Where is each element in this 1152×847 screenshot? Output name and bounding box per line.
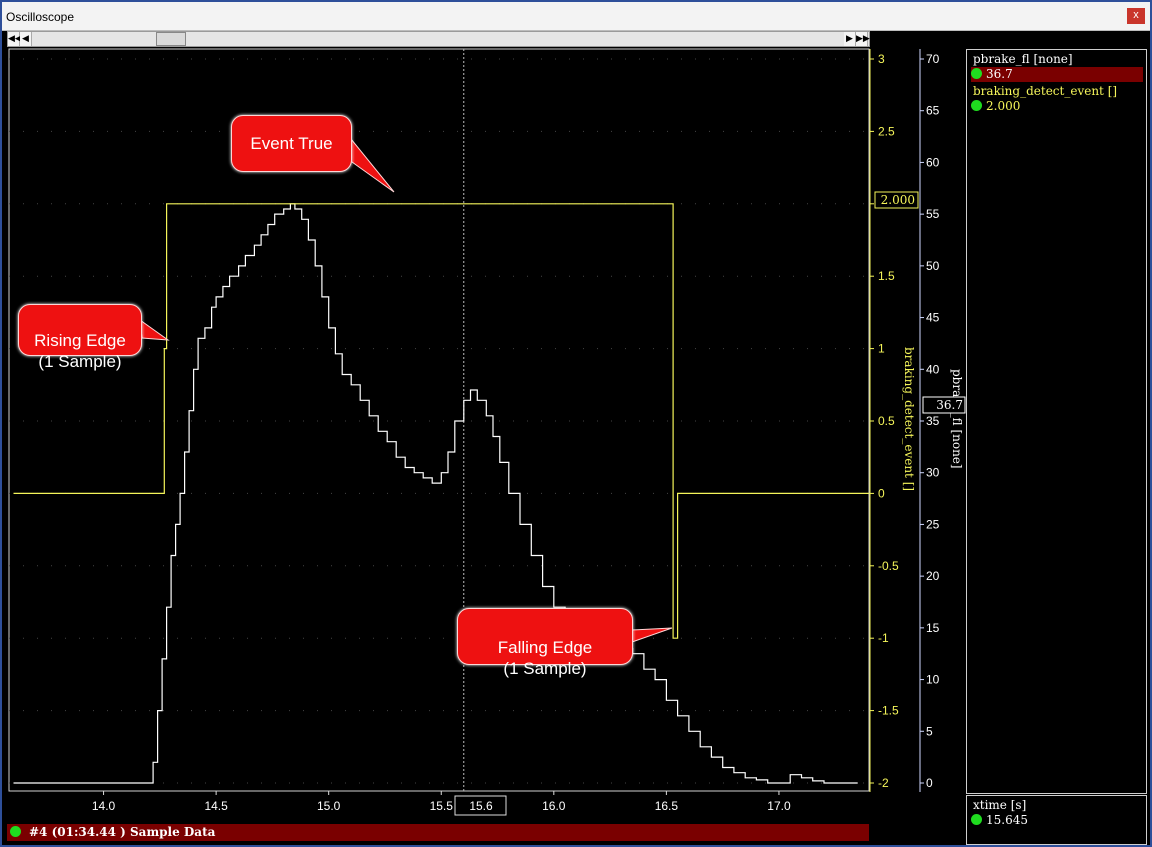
callout-falling-edge-text: Falling Edge (1 Sample) <box>497 638 593 678</box>
brake-axis-tick-label: 50 <box>926 259 940 273</box>
brake-axis-tick-label: 5 <box>926 724 933 738</box>
callout-falling-edge: Falling Edge (1 Sample) <box>457 608 633 678</box>
x-tick-label: 16.5 <box>655 799 679 813</box>
legend-value-braking-event[interactable]: 2.000 <box>971 99 1143 114</box>
brake-axis-tick-label: 20 <box>926 569 940 583</box>
status-dot-icon <box>971 814 982 825</box>
brake-axis-tick-label: 30 <box>926 466 940 480</box>
event-cursor-value: 2.000 <box>881 193 915 207</box>
x-tick-label: 15.0 <box>317 799 341 813</box>
event-axis-tick-label: -1.5 <box>878 704 899 718</box>
brake-axis-tick-label: 40 <box>926 362 940 376</box>
brake-axis-tick-label: 60 <box>926 155 940 169</box>
event-axis-tick-label: -2 <box>878 776 889 790</box>
callout-event-true-text: Event True <box>250 134 333 153</box>
xtime-label: xtime [s] <box>973 798 1027 812</box>
brake-axis-tick-label: 35 <box>926 414 940 428</box>
event-axis-tick-label: 1.5 <box>878 269 895 283</box>
brake-axis-tick-label: 25 <box>926 517 940 531</box>
oscilloscope-window: Oscilloscope x ◀◀ ◀ ▶ ▶▶ 14.0 14.5 15.0 15.… <box>0 0 1152 847</box>
event-axis-tick-label: 1 <box>878 342 885 356</box>
status-text: #4 (01:34.44 ) Sample Data <box>29 825 216 839</box>
braking-event-value-text: 2.000 <box>986 99 1021 113</box>
xtime-value-text: 15.645 <box>986 813 1028 827</box>
event-axis-tick-label: -0.5 <box>878 559 899 573</box>
callout-rising-edge: Rising Edge (1 Sample) <box>18 304 142 371</box>
brake-axis-tick-label: 70 <box>926 52 940 66</box>
callout-event-true: Event True <box>231 115 352 172</box>
x-tick-label: 17.0 <box>767 799 791 813</box>
close-button[interactable]: x <box>1127 8 1145 24</box>
status-dot-icon <box>971 68 982 79</box>
status-bar: #4 (01:34.44 ) Sample Data <box>7 824 869 841</box>
cursor-x-label: 15.6 <box>469 799 493 813</box>
callout-rising-edge-text: Rising Edge (1 Sample) <box>34 331 126 371</box>
channel-legend: pbrake_fl [none] 36.7 braking_detect_eve… <box>966 49 1147 794</box>
xtime-value: 15.645 <box>971 813 1143 828</box>
event-axis-tick-label: 0 <box>878 486 885 500</box>
x-tick-label: 14.5 <box>204 799 228 813</box>
brake-axis-tick-label: 10 <box>926 673 940 687</box>
oscilloscope-plot[interactable]: 14.014.515.015.516.016.517.015.632.521.5… <box>2 2 968 824</box>
status-dot-icon <box>10 826 21 837</box>
x-tick-label: 16.0 <box>542 799 566 813</box>
xtime-panel: xtime [s] 15.645 <box>966 795 1147 845</box>
plot-area <box>8 48 870 792</box>
x-tick-label: 15.5 <box>430 799 454 813</box>
event-axis-tick-label: 3 <box>878 52 885 66</box>
x-tick-label: 14.0 <box>92 799 116 813</box>
event-axis-title: braking_detect_event [] <box>902 347 916 491</box>
brake-axis-tick-label: 15 <box>926 621 940 635</box>
brake-axis-tick-label: 45 <box>926 311 940 325</box>
brake-axis-tick-label: 65 <box>926 104 940 118</box>
legend-label-braking-event: braking_detect_event [] <box>973 84 1118 98</box>
event-axis-tick-label: 2.5 <box>878 124 895 138</box>
event-axis-tick-label: 0.5 <box>878 414 895 428</box>
brake-cursor-value: 36.7 <box>936 398 963 412</box>
brake-axis-tick-label: 0 <box>926 776 933 790</box>
status-dot-icon <box>971 100 982 111</box>
event-axis-tick-label: -1 <box>878 631 889 645</box>
legend-value-pbrake[interactable]: 36.7 <box>971 67 1143 82</box>
pbrake-value-text: 36.7 <box>986 67 1013 81</box>
brake-axis-tick-label: 55 <box>926 207 940 221</box>
legend-label-pbrake: pbrake_fl [none] <box>973 52 1073 66</box>
brake-axis-title: pbrake_fl [none] <box>950 369 964 469</box>
